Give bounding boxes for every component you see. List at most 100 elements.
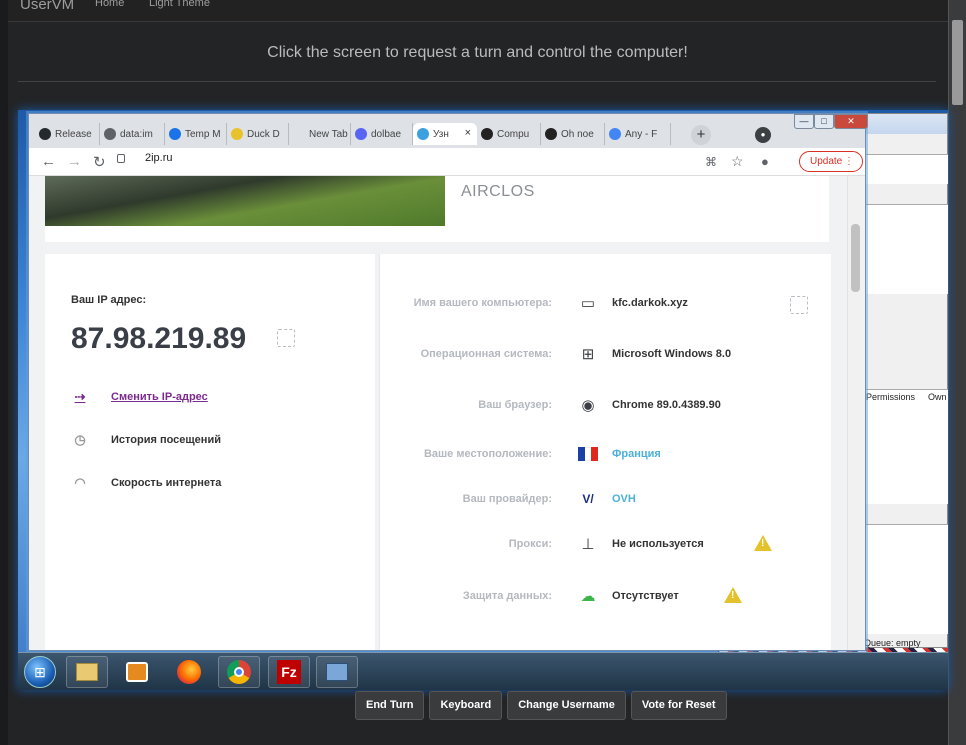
info-card: Имя вашего компьютера: ▭ kfc.darkok.xyz …	[379, 254, 831, 650]
vm-screen[interactable]: Permissions Own Queue: empty Release data…	[18, 110, 948, 690]
background-window[interactable]: Permissions Own Queue: empty	[863, 113, 948, 648]
tab-label: Oh noe	[561, 128, 594, 140]
browser-tab[interactable]: New Tab	[289, 123, 351, 145]
menu-dots-icon[interactable]: ⋮	[844, 152, 854, 171]
update-label: Update	[810, 156, 843, 167]
media-player-taskbar-icon[interactable]	[116, 656, 158, 688]
history-icon: ◷	[74, 432, 86, 447]
ip-value: 87.98.219.89	[71, 322, 247, 355]
minimize-button[interactable]: —	[794, 114, 814, 129]
tab-label: Temp M	[185, 128, 221, 140]
bookmark-star-icon[interactable]: ☆	[731, 153, 744, 170]
row-value: Microsoft Windows 8.0	[612, 348, 732, 360]
vote-reset-button[interactable]: Vote for Reset	[630, 691, 727, 720]
ip-label: Ваш IP адрес:	[71, 294, 147, 306]
account-icon[interactable]: ●	[761, 154, 769, 169]
browser-scrollbar[interactable]	[847, 176, 863, 650]
nav-home[interactable]: Home	[95, 0, 124, 9]
tab-favicon-icon	[417, 128, 429, 140]
row-label: Ваш браузер:	[478, 399, 552, 411]
profile-menu-icon[interactable]: ●	[755, 127, 771, 143]
site-brand[interactable]: UserVM	[20, 0, 74, 13]
speed-test-link[interactable]: ◠ Скорость интернета	[71, 475, 221, 491]
location-link[interactable]: Франция	[612, 448, 661, 460]
tab-favicon-icon	[169, 128, 181, 140]
france-flag-icon	[578, 447, 599, 461]
queue-status: Queue: empty	[864, 638, 921, 648]
history-label: История посещений	[111, 434, 221, 446]
banner-photo	[45, 176, 445, 226]
provider-link[interactable]: OVH	[612, 493, 636, 505]
tab-favicon-icon	[231, 128, 243, 140]
site-navbar: UserVM Home Light Theme	[8, 0, 948, 22]
browser-tab[interactable]: Release	[35, 123, 100, 145]
browser-tab[interactable]: dolbae	[351, 123, 413, 145]
row-label: Ваше местоположение:	[423, 448, 552, 460]
browser-tab[interactable]: Any - F	[605, 123, 671, 145]
page-scrollbar[interactable]	[948, 0, 966, 745]
change-ip-label: Сменить IP-адрес	[111, 391, 208, 403]
start-button[interactable]: ⊞	[24, 656, 56, 688]
browser-tab[interactable]: Temp M	[165, 123, 227, 145]
browser-tab[interactable]: Duck D	[227, 123, 289, 145]
browser-tab[interactable]: data:im	[100, 123, 165, 145]
browser-scrollbar-thumb[interactable]	[851, 224, 860, 292]
history-link[interactable]: ◷ История посещений	[71, 432, 221, 448]
row-label: Ваш провайдер:	[462, 493, 552, 505]
back-icon[interactable]: ←	[41, 153, 56, 170]
tab-favicon-icon	[545, 128, 557, 140]
tab-favicon-icon	[293, 128, 305, 140]
tab-label: Compu	[497, 128, 530, 140]
top-banner-card: AIRCLOS	[45, 176, 829, 242]
tab-label: dolbae	[371, 128, 402, 140]
keyboard-button[interactable]: Keyboard	[429, 691, 503, 720]
chrome-window[interactable]: Release data:im Temp M Duck D New Tab dolbae У…	[28, 113, 868, 651]
change-ip-link[interactable]: ⇢ Сменить IP-адрес	[71, 389, 208, 405]
info-row-os: Операционная система: ⊞ Microsoft Window…	[380, 345, 832, 365]
network-app-taskbar-icon[interactable]	[316, 656, 358, 688]
lock-icon[interactable]	[117, 154, 125, 163]
row-label: Имя вашего компьютера:	[413, 297, 552, 309]
browser-toolbar: ← → ↻ 2ip.ru ⌘ ☆ ● Update ⋮	[29, 148, 865, 176]
copy-ip-icon[interactable]	[277, 329, 295, 347]
browser-tab[interactable]: Узн ×	[413, 123, 477, 145]
reload-icon[interactable]: ↻	[93, 153, 106, 171]
tab-label: New Tab	[309, 128, 348, 140]
update-button[interactable]: Update ⋮	[799, 151, 863, 172]
banner-brand[interactable]: AIRCLOS	[461, 183, 535, 201]
browser-tab[interactable]: Oh noe	[541, 123, 605, 145]
maximize-button[interactable]: □	[814, 114, 834, 129]
close-button[interactable]: ✕	[834, 114, 868, 129]
new-tab-button[interactable]: +	[691, 125, 711, 145]
row-label: Операционная система:	[420, 348, 552, 360]
nav-light-theme[interactable]: Light Theme	[149, 0, 210, 9]
info-row-browser: Ваш браузер: ◉ Chrome 89.0.4389.90	[380, 396, 832, 416]
proxy-icon: ⊥	[581, 536, 595, 553]
tab-favicon-icon	[609, 128, 621, 140]
owner-header[interactable]: Own	[928, 392, 947, 402]
close-tab-icon[interactable]: ×	[465, 127, 471, 139]
page-scrollbar-thumb[interactable]	[952, 20, 963, 105]
chrome-taskbar-icon[interactable]	[218, 656, 260, 688]
tab-favicon-icon	[481, 128, 493, 140]
ovh-logo-icon: V/	[582, 492, 594, 506]
end-turn-button[interactable]: End Turn	[355, 691, 425, 720]
forward-icon[interactable]: →	[67, 153, 82, 170]
filezilla-taskbar-icon[interactable]: Fz	[268, 656, 310, 688]
explorer-taskbar-icon[interactable]	[66, 656, 108, 688]
info-row-provider: Ваш провайдер: V/ OVH	[380, 490, 832, 510]
tab-label: data:im	[120, 128, 153, 140]
computer-icon: ▭	[580, 295, 596, 312]
row-value: kfc.darkok.xyz	[612, 297, 688, 309]
web-page: AIRCLOS Ваш IP адрес: 87.98.219.89 ⇢ Сме…	[29, 176, 865, 650]
info-row-location: Ваше местоположение: Франция	[380, 445, 832, 465]
info-row-hostname: Имя вашего компьютера: ▭ kfc.darkok.xyz	[380, 294, 832, 314]
background-window-titlebar	[864, 114, 947, 134]
firefox-taskbar-icon[interactable]	[168, 656, 210, 688]
browser-tab[interactable]: Compu	[477, 123, 541, 145]
address-bar[interactable]: 2ip.ru	[145, 152, 173, 164]
change-username-button[interactable]: Change Username	[507, 691, 626, 720]
chrome-icon: ◉	[581, 397, 595, 414]
permissions-header[interactable]: Permissions	[866, 392, 915, 402]
translate-icon[interactable]: ⌘	[705, 155, 717, 169]
